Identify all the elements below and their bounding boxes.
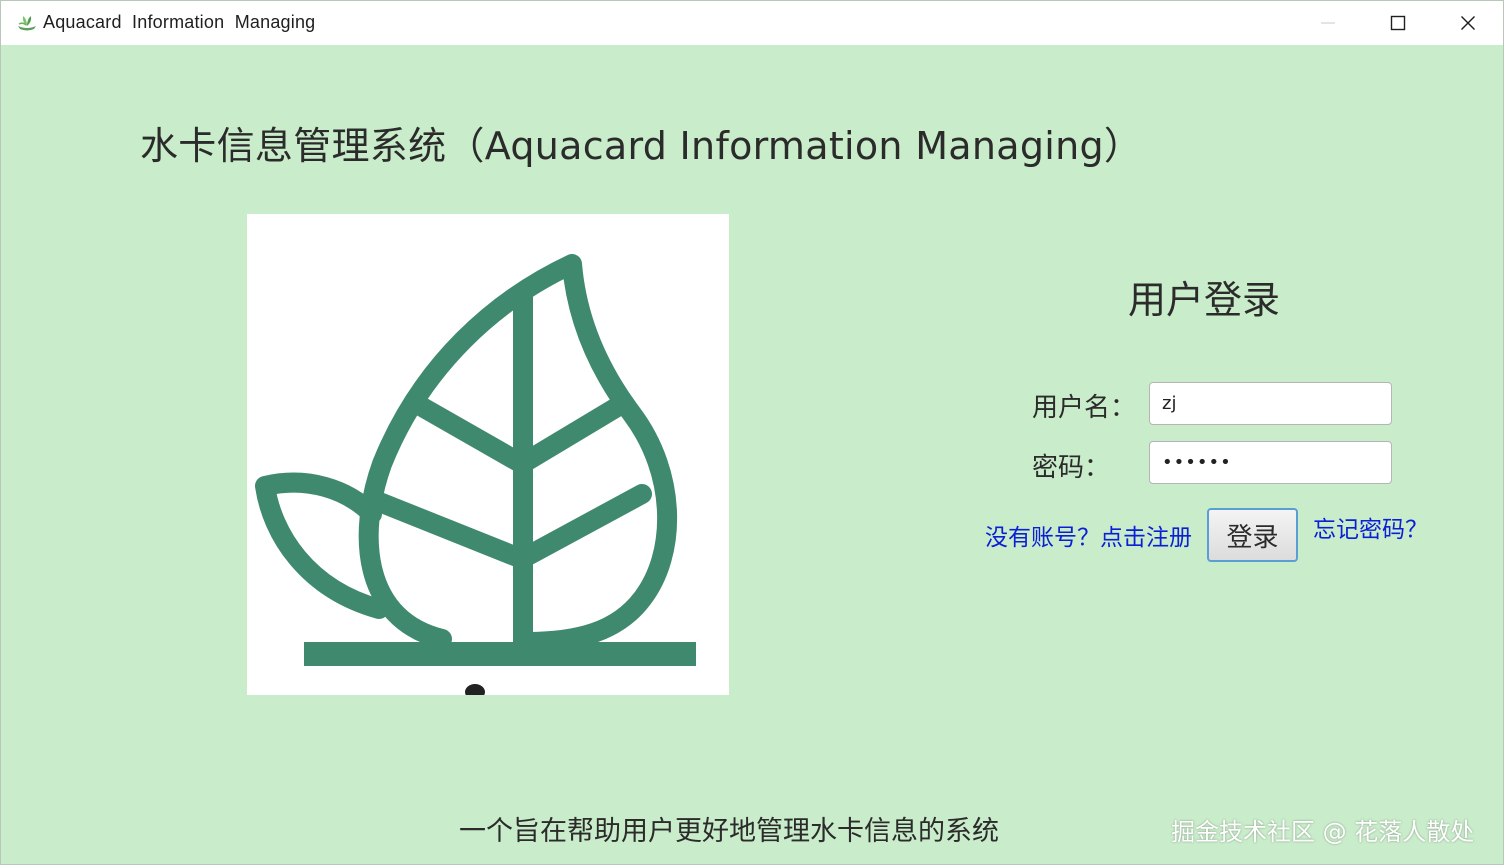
app-window: Aquacard Information Managing 水卡信息管理系统（A… xyxy=(0,0,1504,865)
maximize-button[interactable] xyxy=(1363,1,1433,45)
username-value: zj xyxy=(1162,393,1177,414)
window-title: Aquacard Information Managing xyxy=(43,12,316,32)
minimize-button[interactable] xyxy=(1293,1,1363,45)
password-label: 密码： xyxy=(1032,453,1111,483)
register-link[interactable]: 没有账号？点击注册 xyxy=(985,518,1192,552)
watermark: 掘金技术社区 @ 花落人散处 xyxy=(1171,818,1475,846)
login-title: 用户登录 xyxy=(1128,278,1281,322)
password-input[interactable]: •••••• xyxy=(1149,441,1392,484)
username-label: 用户名： xyxy=(1032,393,1137,423)
minimize-icon xyxy=(1321,22,1335,24)
close-icon xyxy=(1461,16,1475,30)
leaf-logo-icon xyxy=(255,254,696,695)
leaf-app-icon xyxy=(15,11,39,35)
username-input[interactable]: zj xyxy=(1149,382,1392,425)
maximize-icon xyxy=(1390,15,1406,31)
forgot-password-link[interactable]: 忘记密码？ xyxy=(1313,510,1428,544)
system-heading: 水卡信息管理系统（Aquacard Information Managing） xyxy=(140,124,1143,168)
footer-description: 一个旨在帮助用户更好地管理水卡信息的系统 xyxy=(459,816,999,847)
title-bar[interactable]: Aquacard Information Managing xyxy=(1,1,1503,45)
close-button[interactable] xyxy=(1433,1,1503,45)
password-masked-value: •••••• xyxy=(1162,451,1232,473)
leaf-logo-image xyxy=(247,214,729,695)
login-button[interactable]: 登录 xyxy=(1207,508,1298,562)
